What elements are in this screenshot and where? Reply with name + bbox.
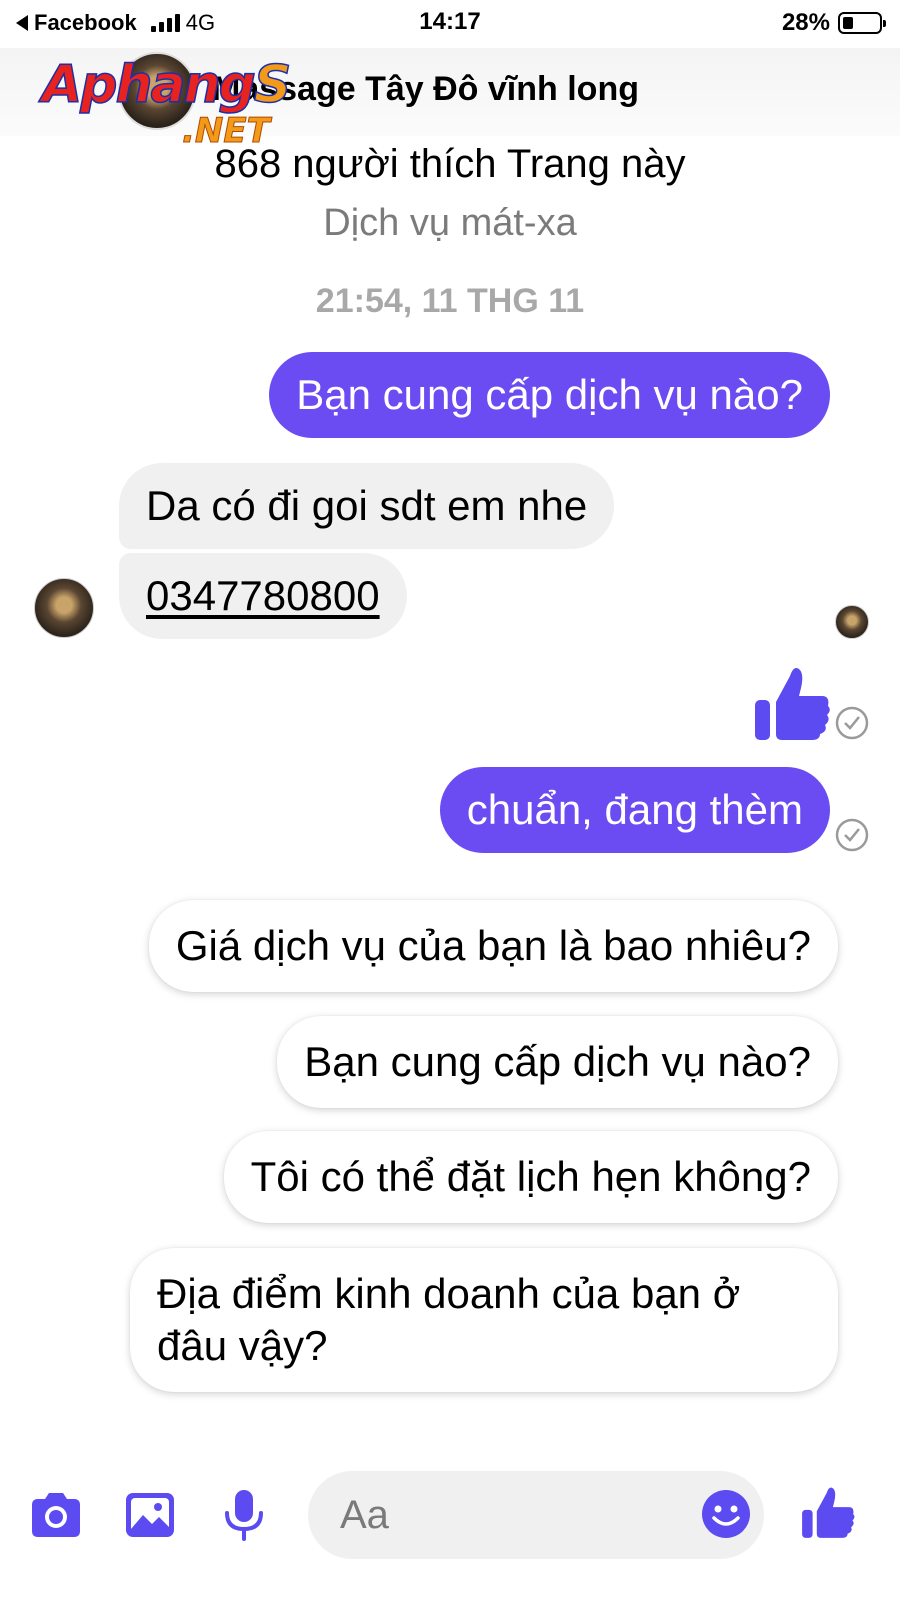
composer-bar xyxy=(0,1455,900,1575)
page-category: Dịch vụ mát-xa xyxy=(323,202,577,244)
message-bubble-outgoing[interactable]: chuẩn, đang thèm xyxy=(439,767,830,853)
message-bubble-incoming[interactable]: Da có đi goi sdt em nhe xyxy=(119,463,615,549)
message-input[interactable] xyxy=(308,1471,764,1559)
camera-icon[interactable] xyxy=(28,1487,84,1543)
sent-check-icon xyxy=(835,706,869,740)
seen-receipt-avatar xyxy=(835,605,869,639)
sender-avatar[interactable] xyxy=(34,578,94,638)
sent-check-icon xyxy=(835,818,869,852)
watermark-logo: AphangS .NET xyxy=(41,54,292,151)
image-icon[interactable] xyxy=(122,1487,178,1543)
status-bar: Facebook 4G 14:17 28% xyxy=(0,0,900,46)
clock: 14:17 xyxy=(419,8,481,35)
battery-icon xyxy=(838,12,886,34)
quick-reply-price[interactable]: Giá dịch vụ của bạn là bao nhiêu? xyxy=(148,900,838,992)
message-bubble-incoming-phone[interactable]: 0347780800 xyxy=(119,553,407,639)
thumbs-up-icon[interactable] xyxy=(752,662,832,744)
thumbs-up-icon[interactable] xyxy=(800,1483,856,1541)
quick-reply-appointment[interactable]: Tôi có thể đặt lịch hẹn không? xyxy=(223,1131,838,1223)
emoji-icon[interactable] xyxy=(700,1488,752,1540)
quick-reply-location[interactable]: Địa điểm kinh doanh của bạn ở đâu vậy? xyxy=(130,1248,838,1392)
message-timestamp: 21:54, 11 THG 11 xyxy=(315,282,585,320)
quick-reply-services[interactable]: Bạn cung cấp dịch vụ nào? xyxy=(277,1016,838,1108)
phone-number-link[interactable]: 0347780800 xyxy=(146,572,380,619)
page-likes: 868 người thích Trang này xyxy=(214,142,686,186)
battery-percent: 28% xyxy=(781,9,830,36)
microphone-icon[interactable] xyxy=(216,1487,272,1543)
battery: 28% xyxy=(781,9,886,37)
message-bubble-outgoing[interactable]: Bạn cung cấp dịch vụ nào? xyxy=(269,352,830,438)
